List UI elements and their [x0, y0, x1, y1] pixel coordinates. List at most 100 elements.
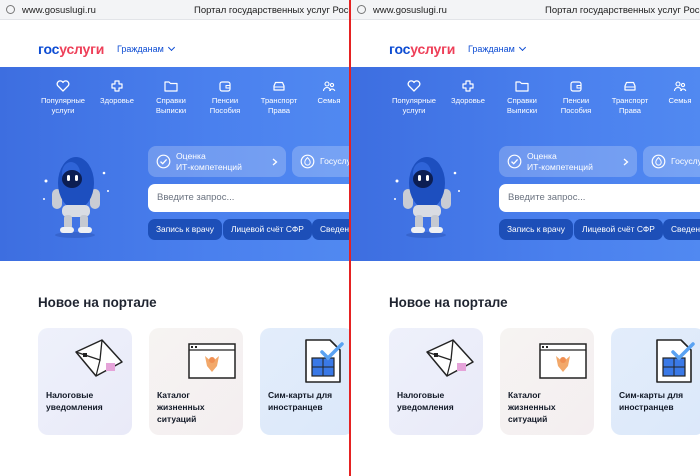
news-card-tax-line1: Налоговые — [397, 390, 445, 400]
quick-link-information[interactable]: Сведения — [663, 219, 700, 240]
nav-item-transport-line2: Права — [267, 106, 291, 115]
heart-icon — [407, 80, 421, 92]
news-section-title: Новое на портале — [38, 295, 157, 310]
robot-mascot-image — [43, 157, 109, 238]
it-assessment-line2: ИТ-компетенций — [176, 162, 242, 172]
gosuslugi-chip-label: Госуслуги — [671, 156, 700, 166]
plus-icon — [462, 80, 474, 92]
address-bar[interactable]: www.gosuslugi.ru Портал государственных … — [0, 0, 350, 20]
quick-link-sfr-account[interactable]: Лицевой счёт СФР — [574, 219, 663, 240]
nav-item-transport-line2: Права — [618, 106, 642, 115]
gosuslugi-logo[interactable]: госуслуги — [389, 41, 455, 57]
role-selector[interactable]: Гражданам — [117, 43, 175, 54]
car-icon — [273, 81, 285, 91]
heart-icon — [56, 80, 70, 92]
nav-item-popular-line2: услуги — [402, 106, 426, 115]
search-input[interactable]: Введите запрос... — [499, 184, 700, 212]
nav-item-transport[interactable]: Транспорт Права — [251, 80, 307, 116]
page-title: Портал государственных услуг Российской … — [194, 5, 350, 16]
robot-mascot-image — [394, 157, 460, 238]
chevron-right-icon — [272, 158, 278, 166]
news-card-catalog-line3: ситуаций — [157, 414, 197, 424]
search-input[interactable]: Введите запрос... — [148, 184, 350, 212]
role-selector-label: Гражданам — [117, 44, 164, 54]
news-card-life-situations[interactable]: Каталог жизненных ситуаций — [500, 328, 594, 435]
nav-item-health[interactable]: Здоровье — [89, 80, 145, 106]
car-icon — [624, 81, 636, 91]
nav-item-pensions[interactable]: Пенсии Пособия — [197, 80, 253, 116]
logo-part-uslugi: услуги — [410, 41, 456, 57]
folder-icon — [164, 81, 178, 92]
news-card-tax-label: Налоговые уведомления — [46, 389, 103, 413]
browser-pane-left: www.gosuslugi.ru Портал государственных … — [0, 0, 350, 476]
nav-item-popular[interactable]: Популярные услуги — [386, 80, 442, 116]
news-card-sim-cards[interactable]: Сим-карты для иностранцев — [260, 328, 350, 435]
quick-link-doctor[interactable]: Запись к врачу — [499, 219, 573, 240]
nav-item-transport-line1: Транспорт — [611, 96, 649, 105]
news-card-tax-notifications[interactable]: Налоговые уведомления — [389, 328, 483, 435]
globe-icon — [357, 5, 366, 14]
gosuslugi-chip-label: Госуслуги — [320, 156, 350, 166]
check-circle-icon — [156, 154, 171, 169]
chevron-right-icon — [623, 158, 629, 166]
hero-banner: Популярные услуги Здоровье Справки Выпис… — [351, 67, 700, 261]
logo-part-gos: гос — [389, 41, 411, 57]
chevron-down-icon — [167, 43, 175, 52]
nav-item-pensions-line2: Пособия — [560, 106, 592, 115]
nav-item-family[interactable]: Семья — [301, 80, 350, 106]
news-card-sim-label: Сим-карты для иностранцев — [268, 389, 332, 413]
quick-link-sfr-account[interactable]: Лицевой счёт СФР — [223, 219, 312, 240]
news-card-sim-line1: Сим-карты для — [619, 390, 684, 400]
news-card-catalog-line1: Каталог — [157, 390, 190, 400]
news-card-sim-cards[interactable]: Сим-карты для иностранцев — [611, 328, 700, 435]
logo-part-uslugi: услуги — [59, 41, 105, 57]
nav-item-health[interactable]: Здоровье — [440, 80, 496, 106]
comparison-divider — [349, 0, 351, 476]
nav-item-popular[interactable]: Популярные услуги — [35, 80, 91, 116]
it-assessment-chip[interactable]: Оценка ИТ-компетенций — [148, 146, 286, 177]
quick-link-information[interactable]: Сведения — [312, 219, 350, 240]
news-card-tax-line1: Налоговые — [46, 390, 94, 400]
address-bar[interactable]: www.gosuslugi.ru Портал государственных … — [351, 0, 700, 20]
role-selector[interactable]: Гражданам — [468, 43, 526, 54]
nav-item-transport[interactable]: Транспорт Права — [602, 80, 658, 116]
gosuslugi-chip[interactable]: Госуслуги — [292, 146, 350, 177]
role-selector-label: Гражданам — [468, 44, 515, 54]
it-assessment-line1: Оценка — [176, 151, 206, 161]
nav-item-pensions[interactable]: Пенсии Пособия — [548, 80, 604, 116]
nav-item-popular-line1: Популярные — [391, 96, 437, 105]
it-assessment-line1: Оценка — [527, 151, 557, 161]
nav-item-certificates-line2: Выписки — [155, 106, 187, 115]
hero-banner: Популярные услуги Здоровье Справки Выпис… — [0, 67, 350, 261]
quick-link-doctor[interactable]: Запись к врачу — [148, 219, 222, 240]
plus-icon — [111, 80, 123, 92]
news-card-catalog-label: Каталог жизненных ситуаций — [157, 389, 205, 425]
address-url[interactable]: www.gosuslugi.ru — [22, 5, 96, 16]
address-url[interactable]: www.gosuslugi.ru — [373, 5, 447, 16]
news-card-sim-label: Сим-карты для иностранцев — [619, 389, 683, 413]
nav-item-certificates-line1: Справки — [507, 96, 537, 105]
nav-item-family[interactable]: Семья — [652, 80, 700, 106]
news-card-tax-line2: уведомления — [46, 402, 103, 412]
gosuslugi-shield-icon — [300, 154, 315, 169]
nav-item-certificates[interactable]: Справки Выписки — [494, 80, 550, 116]
nav-item-health-line1: Здоровье — [100, 96, 134, 105]
news-card-sim-line2: иностранцев — [268, 402, 323, 412]
chevron-down-icon — [518, 43, 526, 52]
it-assessment-chip[interactable]: Оценка ИТ-компетенций — [499, 146, 637, 177]
screenshot-stage: www.gosuslugi.ru Портал государственных … — [0, 0, 700, 476]
news-card-tax-notifications[interactable]: Налоговые уведомления — [38, 328, 132, 435]
wallet-icon — [219, 81, 231, 92]
gosuslugi-logo[interactable]: госуслуги — [38, 41, 104, 57]
gosuslugi-chip[interactable]: Госуслуги — [643, 146, 700, 177]
news-card-life-situations[interactable]: Каталог жизненных ситуаций — [149, 328, 243, 435]
nav-item-certificates[interactable]: Справки Выписки — [143, 80, 199, 116]
family-icon — [673, 81, 687, 92]
nav-item-transport-line1: Транспорт — [260, 96, 298, 105]
nav-item-health-line1: Здоровье — [451, 96, 485, 105]
nav-item-family-line1: Семья — [668, 96, 692, 105]
it-assessment-line2: ИТ-компетенций — [527, 162, 593, 172]
nav-item-pensions-line2: Пособия — [209, 106, 241, 115]
nav-item-certificates-line2: Выписки — [506, 106, 538, 115]
news-card-catalog-label: Каталог жизненных ситуаций — [508, 389, 556, 425]
